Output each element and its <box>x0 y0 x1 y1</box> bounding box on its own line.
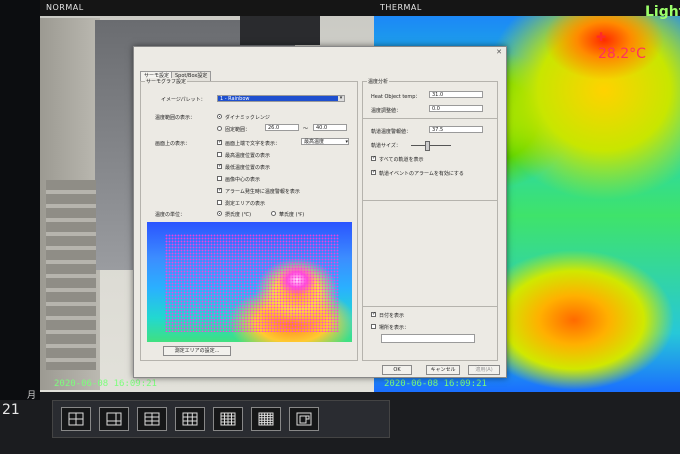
image-palette-label: イメージパレット： <box>161 97 206 103</box>
chevron-down-icon[interactable]: ▾ <box>345 139 348 145</box>
show-date-label: 日付を表示 <box>379 313 405 319</box>
layout-2x2-button[interactable] <box>137 407 167 431</box>
show-date-checkbox[interactable]: ✓ <box>371 312 376 317</box>
show-text-upper-label: 画面上端で文字を表示： <box>225 141 281 147</box>
divider <box>363 118 497 119</box>
show-min-pos-label: 最低温度位置の表示 <box>225 165 271 171</box>
show-all-traces-checkbox[interactable]: ✓ <box>371 156 376 161</box>
camera-scene-shadow <box>240 15 320 45</box>
range-separator: ～ <box>303 126 309 132</box>
camera-scene-rack <box>46 180 96 370</box>
thermal-settings-dialog: ✕ サーモ設定 Spot/Box設定 サーモグラフ設定 イメージパレット： 1 … <box>133 46 507 378</box>
fahrenheit-label: 華氏度 (℉) <box>279 212 305 218</box>
dynamic-range-label: ダイナミックレンジ <box>225 115 270 121</box>
layout-4x4-button[interactable] <box>213 407 243 431</box>
trace-size-label: 軌道サイズ： <box>371 143 401 149</box>
image-palette-value: 1 - Rainbow <box>220 96 250 102</box>
show-location-label: 場所を表示： <box>379 325 410 331</box>
layout-grid-icon <box>144 412 160 426</box>
thermal-view-label: THERMAL <box>374 0 680 16</box>
show-all-traces-label: すべての軌道を表示 <box>379 157 424 163</box>
layout-5x5-button[interactable] <box>251 407 281 431</box>
apply-button[interactable]: 適用(A) <box>468 365 500 375</box>
temp-analysis-group: 温度分析 Heat Object temp： 31.0 温度調整値： 0.0 軌… <box>362 78 498 361</box>
celsius-radio[interactable] <box>217 211 222 216</box>
show-alarm-temp-checkbox[interactable]: ✓ <box>217 188 222 193</box>
close-icon[interactable]: ✕ <box>496 48 502 56</box>
normal-view-label: NORMAL <box>40 0 380 16</box>
ok-button[interactable]: OK <box>382 365 412 375</box>
thermal-timestamp: 2020-06-08 16:09:21 <box>384 379 487 389</box>
layout-3x3-icon <box>182 412 198 426</box>
measurement-grid-overlay <box>165 234 339 332</box>
dynamic-range-radio[interactable] <box>217 114 222 119</box>
show-text-upper-checkbox[interactable]: ✓ <box>217 140 222 145</box>
layout-pip-button[interactable] <box>289 407 319 431</box>
fahrenheit-radio[interactable] <box>271 211 276 216</box>
show-max-pos-label: 最高温度位置の表示 <box>225 153 271 159</box>
heat-object-input[interactable]: 31.0 <box>429 91 483 98</box>
screen-display-label: 画面上の表示： <box>155 141 191 147</box>
camera-list-strip <box>0 0 40 400</box>
temp-unit-label: 温度の単位： <box>155 212 186 218</box>
set-area-button[interactable]: 測定エリアの設定... <box>163 346 231 356</box>
body-threshold-label: 軌道温度警報値： <box>371 129 412 135</box>
show-max-pos-checkbox[interactable] <box>217 152 222 157</box>
show-center-checkbox[interactable] <box>217 176 222 181</box>
show-center-label: 画像中心の表示 <box>225 177 261 183</box>
layout-5x5-icon <box>258 412 274 426</box>
layout-taskbar <box>52 400 390 438</box>
cancel-button[interactable]: キャンセル <box>426 365 460 375</box>
chevron-down-icon[interactable]: ▾ <box>338 96 344 101</box>
fixed-range-label: 固定範囲： <box>225 127 251 133</box>
layout-1-plus-3-icon <box>106 412 122 426</box>
light-label: Light <box>645 4 680 20</box>
thermo-group-title: サーモグラフ設定 <box>145 78 188 85</box>
temp-adjust-input[interactable]: 0.0 <box>429 105 483 112</box>
show-spec-area-checkbox[interactable] <box>217 200 222 205</box>
layout-single-icon <box>68 412 84 426</box>
max-temp-crosshair-icon: ✚ <box>596 30 607 44</box>
divider <box>363 200 497 201</box>
layout-1x1-button[interactable] <box>61 407 91 431</box>
image-palette-select[interactable]: 1 - Rainbow ▾ <box>217 95 345 102</box>
max-temp-readout: 28.2°C <box>598 46 646 62</box>
show-location-checkbox[interactable] <box>371 324 376 329</box>
show-alarm-temp-label: アラーム発生時に温度警報を表示 <box>225 189 300 195</box>
body-threshold-input[interactable]: 37.5 <box>429 126 483 133</box>
temp-adjust-label: 温度調整値： <box>371 108 402 114</box>
layout-3x3-button[interactable] <box>175 407 205 431</box>
normal-timestamp: 2020-06-08 16:09:21 <box>54 379 157 389</box>
divider <box>363 306 497 307</box>
celsius-label: 摂氏度 (℃) <box>225 212 252 218</box>
show-min-pos-checkbox[interactable]: ✓ <box>217 164 222 169</box>
side-calendar-month: 月 <box>26 391 36 401</box>
trace-size-slider-track[interactable] <box>411 145 451 146</box>
show-spec-area-label: 測定エリアの表示 <box>225 201 266 207</box>
fixed-range-radio[interactable] <box>217 126 222 131</box>
enable-alarm-label: 軌道イベントのアラームを有効にする <box>379 171 464 177</box>
thermal-preview-image[interactable] <box>147 222 352 342</box>
range-max-input[interactable]: 40.0 <box>313 124 347 131</box>
layout-4x4-icon <box>220 412 236 426</box>
range-min-input[interactable]: 26.0 <box>265 124 299 131</box>
text-display-select[interactable]: 最高温度 ▾ <box>301 138 349 145</box>
thermo-settings-group: サーモグラフ設定 イメージパレット： 1 - Rainbow ▾ 温度範囲の表示… <box>140 78 358 361</box>
temp-range-label: 温度範囲の表示： <box>155 115 196 121</box>
location-input[interactable] <box>381 334 475 343</box>
enable-alarm-checkbox[interactable]: ✓ <box>371 170 376 175</box>
trace-size-slider-handle[interactable] <box>425 141 430 151</box>
text-display-value: 最高温度 <box>304 139 325 145</box>
side-calendar-day: 21 <box>2 402 20 418</box>
analysis-title: 温度分析 <box>367 78 390 85</box>
layout-pip-icon <box>296 412 312 426</box>
heat-object-label: Heat Object temp： <box>371 94 421 100</box>
layout-1-plus-3-button[interactable] <box>99 407 129 431</box>
